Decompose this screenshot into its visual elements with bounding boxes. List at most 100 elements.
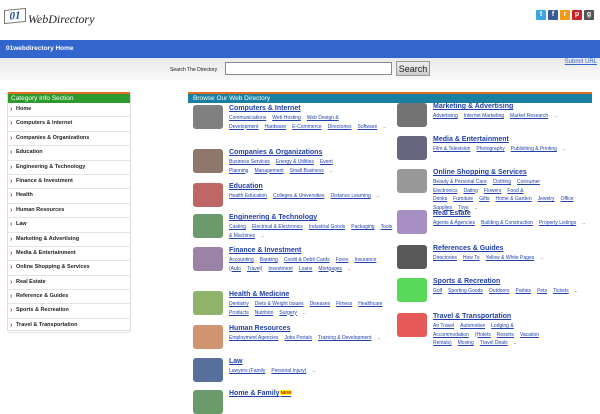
subcategory-link[interactable]: Advertising [433,113,458,119]
site-logo[interactable]: 01 WebDirectory [2,4,102,34]
category-link[interactable]: Human Resources [229,325,394,332]
subcategory-link[interactable]: Property Listings [539,220,576,226]
subcategory-link[interactable]: Dating [463,188,477,194]
category-link[interactable]: Law [229,358,394,365]
subcategory-link[interactable]: Software [358,124,378,130]
sidebar-item[interactable]: Health [8,189,130,204]
subcategory-link[interactable]: Employment Agencies [229,335,278,341]
pinterest-icon[interactable]: p [572,10,582,20]
category-link[interactable]: Sports & Recreation [433,278,598,285]
subcategory-link[interactable]: Healthcare Products [229,301,382,316]
subcategory-link[interactable]: Forex [336,257,349,263]
subcategory-link[interactable]: Clothing [493,179,511,185]
subcategory-link[interactable]: Market Research [510,113,548,119]
subcategory-link[interactable]: Jobs Portals [284,335,312,341]
subcategory-link[interactable]: Loans [299,266,313,272]
subcategory-link[interactable]: Tickets [553,288,569,294]
subcategory-link[interactable]: Small Business [290,168,324,174]
sidebar-item[interactable]: Finance & Investment [8,175,130,190]
subcategory-link[interactable]: Internet Marketing [464,113,504,119]
subcategory-link[interactable]: Fitness [336,301,352,307]
subcategory-link[interactable]: Personal Injury) [271,368,306,374]
subcategory-link[interactable]: E-Commerce [292,124,321,130]
sidebar-item[interactable]: Marketing & Advertising [8,233,130,247]
subcategory-link[interactable]: Beauty & Personal Care [433,179,487,185]
subcategory-link[interactable]: Accounting [229,257,254,263]
sidebar-item[interactable]: Home [8,103,130,118]
subcategory-link[interactable]: Furniture [453,196,473,202]
subcategory-link[interactable]: Health Education [229,193,267,199]
subcategory-link[interactable]: Parties [516,288,532,294]
category-link[interactable]: Finance & Investment [229,247,394,254]
subcategory-link[interactable]: Home & Garden [495,196,531,202]
sidebar-item[interactable]: Companies & Organizations [8,132,130,147]
category-link[interactable]: Companies & Organizations [229,149,394,156]
sidebar-item[interactable]: Education [8,146,130,161]
category-link[interactable]: Travel & Transportation [433,313,598,320]
category-link[interactable]: Home & FamilyNEW [229,390,394,397]
twitter-icon[interactable]: t [536,10,546,20]
sidebar-item[interactable]: Media & Entertainment [8,247,130,262]
subcategory-link[interactable]: Yellow & White Pages [486,255,535,261]
subcategory-link[interactable]: Diseases [310,301,331,307]
category-link[interactable]: Online Shopping & Services [433,169,598,176]
subcategory-link[interactable]: Distance Learning [331,193,371,199]
sidebar-item[interactable]: Reference & Guides [8,290,130,305]
subcategory-link[interactable]: Mortgages [318,266,342,272]
subcategory-link[interactable]: Jewelry [538,196,555,202]
sidebar-item[interactable]: Computers & Internet [8,117,130,132]
rss-icon[interactable]: r [560,10,570,20]
subcategory-link[interactable]: Dentistry [229,301,249,307]
subcategory-link[interactable]: Publishing & Printing [511,146,557,152]
subcategory-link[interactable]: Sporting Goods [448,288,483,294]
subcategory-link[interactable]: Management [254,168,283,174]
subcategory-link[interactable]: How To [463,255,480,261]
subcategory-link[interactable]: Energy & Utilities [276,159,314,165]
category-link[interactable]: Health & Medicine [229,291,394,298]
subcategory-link[interactable]: (Hotels [475,332,491,338]
subcategory-link[interactable]: Colleges & Universities [273,193,324,199]
subcategory-link[interactable]: Surgery [279,310,297,316]
subcategory-link[interactable]: Agents & Agencies [433,220,475,226]
category-link[interactable]: Media & Entertainment [433,136,598,143]
category-link[interactable]: References & Guides [433,245,598,252]
subcategory-link[interactable]: Web Hosting [272,115,301,121]
sidebar-item[interactable]: Travel & Transportation [8,319,130,334]
subcategory-link[interactable]: Directories [433,255,457,261]
subcategory-link[interactable]: Credit & Debit Cards [284,257,330,263]
subcategory-link[interactable]: Investment [268,266,292,272]
sidebar-item[interactable]: Online Shopping & Services [8,261,130,276]
subcategory-link[interactable]: Golf [433,288,442,294]
sidebar-item[interactable]: Sports & Recreation [8,304,130,319]
subcategory-link[interactable]: Flowers [484,188,502,194]
sidebar-item[interactable]: Real Estate [8,276,130,291]
subcategory-link[interactable]: Nutrition [255,310,274,316]
subcategory-link[interactable]: Communications [229,115,266,121]
subcategory-link[interactable]: Travel Deals [480,340,508,346]
subcategory-link[interactable]: Gifts [479,196,489,202]
subcategory-link[interactable]: Moving [458,340,474,346]
sidebar-item[interactable]: Law [8,218,130,233]
submit-url-link[interactable]: Submit URL [565,59,597,65]
category-link[interactable]: Engineering & Technology [229,214,394,221]
subcategory-link[interactable]: Diets & Weight Issues [255,301,304,307]
category-link[interactable]: Education [229,183,394,190]
subcategory-link[interactable]: Building & Construction [481,220,533,226]
subcategory-link[interactable]: Film & Television [433,146,470,152]
category-link[interactable]: Computers & Internet [229,105,394,112]
subcategory-link[interactable]: Directories [328,124,352,130]
subcategory-link[interactable]: Banking [260,257,278,263]
subcategory-link[interactable]: Packaging [351,224,374,230]
facebook-icon[interactable]: f [548,10,558,20]
subcategory-link[interactable]: Lawyers (Family [229,368,265,374]
subcategory-link[interactable]: Outdoors [489,288,510,294]
subcategory-link[interactable]: Hardware [264,124,286,130]
subcategory-link[interactable]: Business Services [229,159,270,165]
search-input[interactable] [225,62,392,75]
subcategory-link[interactable]: Electrical & Electronics [252,224,303,230]
subcategory-link[interactable]: Training & Development [318,335,371,341]
home-link[interactable]: 01webdirectory Home [6,45,74,52]
subcategory-link[interactable]: Industrial Goods [309,224,345,230]
category-link[interactable]: Marketing & Advertising [433,103,598,110]
subcategory-link[interactable]: Air Travel [433,323,454,329]
